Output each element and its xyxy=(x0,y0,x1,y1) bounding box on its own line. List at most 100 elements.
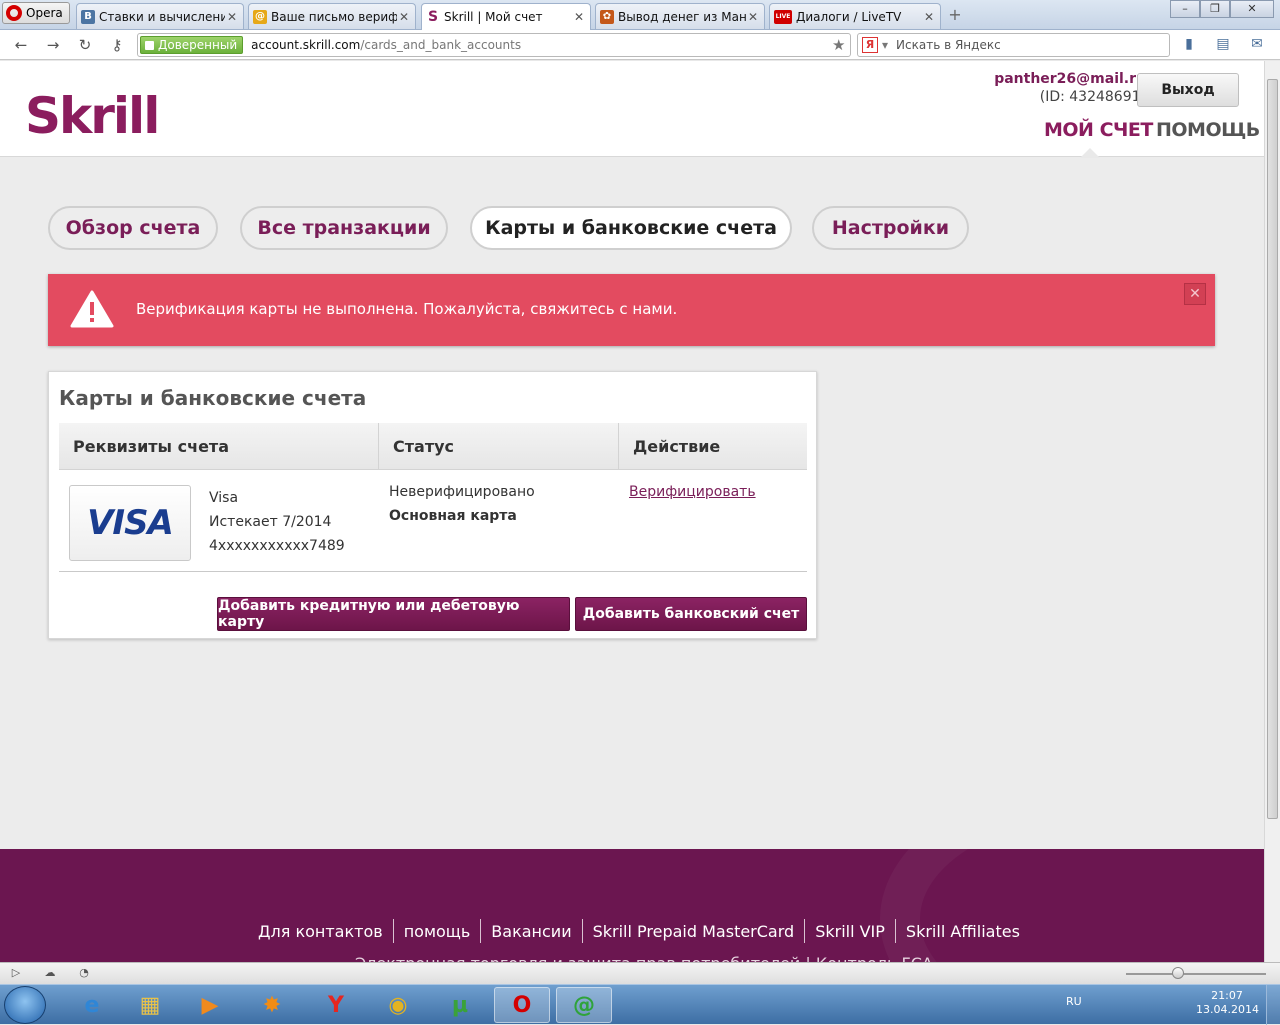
browser-tab[interactable]: B Ставки и вычисление ... ✕ xyxy=(76,3,244,29)
forward-icon[interactable]: → xyxy=(44,36,62,54)
restore-icon[interactable]: ❐ xyxy=(1200,0,1230,18)
address-bar[interactable]: Доверенный account.skrill.com/cards_and_… xyxy=(137,33,851,57)
search-placeholder: Искать в Яндекс xyxy=(896,38,1001,52)
yandex-icon: Я xyxy=(862,37,878,53)
internet-explorer-icon[interactable]: e xyxy=(64,987,120,1023)
opera-taskbar-icon[interactable]: O xyxy=(494,987,550,1023)
footer-link-vacancies[interactable]: Вакансии xyxy=(491,922,571,941)
panel-toggle-icon[interactable]: ▷ xyxy=(8,966,24,980)
close-window-icon[interactable]: ✕ xyxy=(1230,0,1274,18)
site-favicon-icon: ✿ xyxy=(600,9,614,24)
warning-icon xyxy=(70,290,114,328)
add-card-button[interactable]: Добавить кредитную или дебетовую карту xyxy=(217,597,570,631)
browser-tools: ▮ ▤ ✉ xyxy=(1180,36,1266,54)
minimize-icon[interactable]: – xyxy=(1170,0,1200,18)
browser-tab[interactable]: LIVE Диалоги / LiveTV ✕ xyxy=(769,3,941,29)
footer-links: Для контактов помощь Вакансии Skrill Pre… xyxy=(258,919,1020,943)
new-tab-icon[interactable]: + xyxy=(946,6,964,24)
visa-card-image: VISA xyxy=(69,485,191,561)
footer-link-help[interactable]: помощь xyxy=(404,922,471,941)
mail-agent-icon[interactable]: @ xyxy=(556,987,612,1023)
page-icon[interactable]: ▤ xyxy=(1214,36,1232,54)
divider xyxy=(804,919,806,943)
chevron-down-icon[interactable]: ▾ xyxy=(882,38,888,52)
logout-button[interactable]: Выход xyxy=(1137,73,1239,107)
avast-icon[interactable]: ✸ xyxy=(244,987,300,1023)
tab-all-transactions[interactable]: Все транзакции xyxy=(240,206,448,250)
close-icon[interactable]: ✕ xyxy=(1184,283,1206,305)
user-email: panther26@mail.ru xyxy=(994,71,1146,87)
opera-logo-icon xyxy=(6,5,22,21)
opera-menu-label: Opera xyxy=(26,6,63,20)
close-tab-icon[interactable]: ✕ xyxy=(746,10,760,24)
close-tab-icon[interactable]: ✕ xyxy=(397,10,411,24)
scrollbar-thumb[interactable] xyxy=(1267,79,1278,819)
error-alert: Верификация карты не выполнена. Пожалуйс… xyxy=(48,274,1215,346)
file-explorer-icon[interactable]: ▦ xyxy=(122,987,178,1023)
bookmark-star-icon[interactable]: ★ xyxy=(832,36,850,54)
stats-icon[interactable]: ▮ xyxy=(1180,36,1198,54)
footer-link-contacts[interactable]: Для контактов xyxy=(258,922,383,941)
browser-tab-active[interactable]: S Skrill | Мой счет ✕ xyxy=(421,3,591,30)
footer-legal-links[interactable]: Электронная торговля и защита прав потре… xyxy=(355,954,933,962)
add-bank-account-button[interactable]: Добавить банковский счет xyxy=(575,597,807,631)
tab-account-overview[interactable]: Обзор счета xyxy=(48,206,218,250)
tab-settings[interactable]: Настройки xyxy=(812,206,969,250)
primary-card-label: Основная карта xyxy=(389,508,517,524)
url-domain: account.skrill.com xyxy=(251,38,361,52)
opera-menu-button[interactable]: Opera xyxy=(2,2,70,24)
url-text[interactable]: account.skrill.com/cards_and_bank_accoun… xyxy=(251,38,832,52)
card-number: 4xxxxxxxxxxx7489 xyxy=(209,538,345,554)
divider xyxy=(894,919,896,943)
site-header: Skrill panther26@mail.ru (ID: 43248691) … xyxy=(0,61,1264,158)
divider xyxy=(392,919,394,943)
windows-taskbar: e ▦ ▶ ✸ Y ◉ µ O @ RU 21:07 13.04.2014 xyxy=(0,984,1280,1025)
browser-tab[interactable]: ✿ Вывод денег из Мани... ✕ xyxy=(595,3,765,29)
start-button[interactable] xyxy=(4,986,46,1024)
reload-icon[interactable]: ↻ xyxy=(76,36,94,54)
search-field[interactable]: Я ▾ Искать в Яндекс xyxy=(857,33,1170,57)
close-tab-icon[interactable]: ✕ xyxy=(572,10,586,24)
utorrent-icon[interactable]: µ xyxy=(432,987,488,1023)
row-divider xyxy=(59,571,807,572)
cloud-icon[interactable]: ☁ xyxy=(42,966,58,980)
system-clock[interactable]: 21:07 13.04.2014 xyxy=(1196,989,1259,1017)
show-desktop-button[interactable] xyxy=(1266,985,1280,1025)
zoom-slider[interactable] xyxy=(1126,973,1266,975)
user-id: (ID: 43248691) xyxy=(1039,89,1146,105)
zoom-slider-knob[interactable] xyxy=(1172,967,1184,979)
trusted-badge[interactable]: Доверенный xyxy=(140,36,244,54)
chrome-icon[interactable]: ◉ xyxy=(370,987,426,1023)
panel-title: Карты и банковские счета xyxy=(59,386,367,410)
divider xyxy=(480,919,482,943)
mail-icon[interactable]: ✉ xyxy=(1248,36,1266,54)
clock-date: 13.04.2014 xyxy=(1196,1003,1259,1016)
media-player-icon[interactable]: ▶ xyxy=(182,987,238,1023)
footer-link-prepaid-mastercard[interactable]: Skrill Prepaid MasterCard xyxy=(593,922,795,941)
skrill-logo[interactable]: Skrill xyxy=(25,87,160,145)
speed-dial-icon[interactable]: ◔ xyxy=(76,966,92,980)
window-controls: – ❐ ✕ xyxy=(1170,0,1274,18)
tab-title: Ваше письмо верифи... xyxy=(271,9,397,24)
nav-active-indicator xyxy=(1080,148,1100,158)
page-scrollbar[interactable] xyxy=(1264,61,1280,962)
trusted-label: Доверенный xyxy=(158,38,238,52)
close-tab-icon[interactable]: ✕ xyxy=(225,10,239,24)
footer-link-vip[interactable]: Skrill VIP xyxy=(815,922,885,941)
card-type: Visa xyxy=(209,490,239,506)
back-icon[interactable]: ← xyxy=(12,36,30,54)
verify-link[interactable]: Верифицировать xyxy=(629,484,756,500)
url-path: /cards_and_bank_accounts xyxy=(360,38,522,52)
key-icon[interactable]: ⚷ xyxy=(108,36,126,54)
yandex-browser-icon[interactable]: Y xyxy=(308,987,364,1023)
web-page: Skrill panther26@mail.ru (ID: 43248691) … xyxy=(0,61,1264,962)
nav-help[interactable]: ПОМОЩЬ xyxy=(1156,119,1260,141)
close-tab-icon[interactable]: ✕ xyxy=(922,10,936,24)
footer-link-affiliates[interactable]: Skrill Affiliates xyxy=(906,922,1020,941)
nav-my-account[interactable]: МОЙ СЧЕТ xyxy=(1044,119,1153,141)
language-indicator[interactable]: RU xyxy=(1066,995,1082,1008)
tab-cards-bank-accounts[interactable]: Карты и банковские счета xyxy=(470,206,792,250)
footer-decoration xyxy=(880,849,1264,962)
browser-tab[interactable]: @ Ваше письмо верифи... ✕ xyxy=(248,3,416,29)
browser-nav-bar: ← → ↻ ⚷ Доверенный account.skrill.com/ca… xyxy=(0,30,1280,60)
